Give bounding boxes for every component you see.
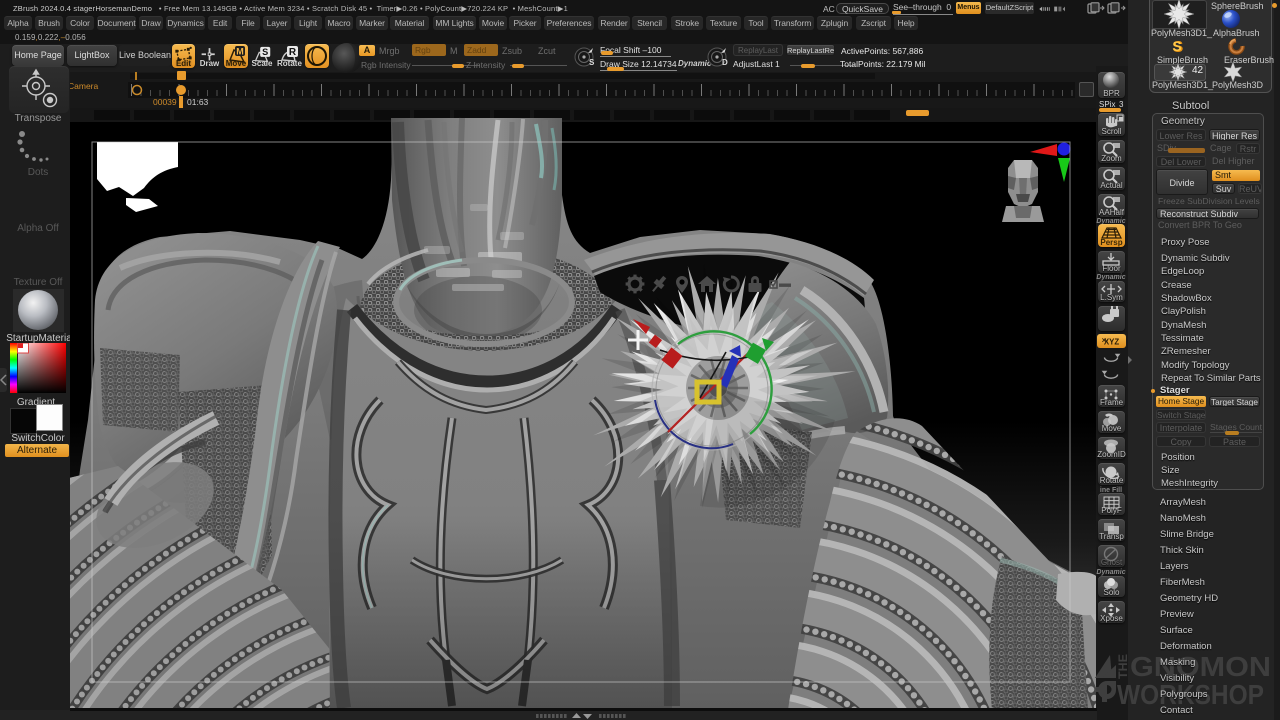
svg-text:GNOMON: GNOMON bbox=[1130, 651, 1271, 682]
svg-text:D: D bbox=[722, 58, 728, 67]
svg-text:R: R bbox=[289, 47, 297, 58]
svg-text:M: M bbox=[236, 47, 244, 57]
svg-text:THE: THE bbox=[1116, 654, 1130, 679]
svg-text:S: S bbox=[262, 47, 268, 57]
svg-text:S: S bbox=[1172, 38, 1181, 54]
svg-text:S: S bbox=[589, 58, 595, 67]
svg-text:XYZ: XYZ bbox=[1104, 338, 1119, 347]
